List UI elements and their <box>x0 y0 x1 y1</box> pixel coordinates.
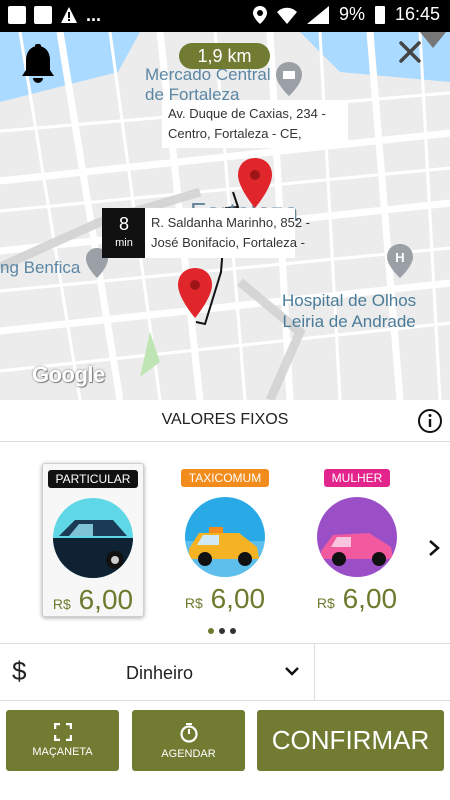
confirm-button[interactable]: CONFIRMAR <box>257 710 444 771</box>
overflow-indicator: ... <box>86 5 102 25</box>
wifi-icon <box>276 7 297 24</box>
clock: 16:45 <box>394 4 440 24</box>
eta-unit: min <box>115 237 133 249</box>
category-tag: TAXICOMUM <box>180 469 270 487</box>
chevron-down-icon[interactable] <box>284 665 300 677</box>
category-price: R$ 6,00 <box>307 583 407 615</box>
payment-selector[interactable]: $ Dinheiro <box>0 643 450 701</box>
category-card-mulher[interactable]: MULHER R$ 6,00 <box>307 463 407 615</box>
category-card-particular[interactable]: PARTICULAR R$ 6,00 <box>42 463 144 617</box>
divider <box>314 644 315 700</box>
currency-symbol: R$ <box>52 596 71 612</box>
car-icon <box>53 498 133 578</box>
stopwatch-icon <box>179 723 198 743</box>
handle-button-label: MAÇANETA <box>32 746 93 758</box>
status-bar: ... 9% 16:45 <box>0 0 450 32</box>
svg-text:H: H <box>395 250 404 265</box>
category-price: R$ 6,00 <box>43 584 143 616</box>
currency-symbol: R$ <box>184 595 203 611</box>
car-icon <box>317 497 397 577</box>
map-label-benfica: ng Benfica <box>0 258 81 277</box>
scan-frame-icon <box>53 722 72 742</box>
map-label-mercado: Mercado Central de Fortaleza <box>145 65 271 104</box>
price-value: 6,00 <box>78 584 134 615</box>
distance-badge: 1,9 km <box>179 43 270 69</box>
carousel-pager <box>208 628 236 634</box>
location-icon <box>252 5 267 24</box>
google-logo: Google <box>32 362 105 387</box>
map-label-hospital: Hospital de Olhos Leiria de Andrade <box>282 291 417 331</box>
dollar-icon: $ <box>12 656 27 686</box>
battery-icon <box>374 5 385 24</box>
schedule-button[interactable]: AGENDAR <box>132 710 245 771</box>
battery-percent: 9% <box>338 4 365 24</box>
handle-button[interactable]: MAÇANETA <box>6 710 119 771</box>
price-value: 6,00 <box>342 583 398 614</box>
shopping-poi-icon <box>276 62 302 96</box>
warning-icon <box>61 7 77 23</box>
price-value: 6,00 <box>210 583 266 614</box>
chevron-right-icon[interactable] <box>428 539 440 557</box>
taxi-icon <box>185 497 265 577</box>
category-tag: PARTICULAR <box>47 470 139 488</box>
ride-category-carousel[interactable]: PARTICULAR R$ 6,00 TAXICOMUM R$ 6,00 MUL… <box>0 441 450 641</box>
eta-badge: 8 min <box>102 208 146 258</box>
notification-icon <box>34 6 52 24</box>
schedule-button-label: AGENDAR <box>161 748 216 760</box>
section-header: VALORES FIXOS <box>0 400 450 442</box>
category-price: R$ 6,00 <box>175 583 275 615</box>
origin-address-bubble: R. Saldanha Marinho, 852 - José Bonifaci… <box>145 208 310 258</box>
notification-bell-icon[interactable] <box>20 44 56 84</box>
origin-pin-icon <box>178 268 212 318</box>
pager-dot <box>230 628 236 634</box>
pager-dot <box>219 628 225 634</box>
close-icon[interactable] <box>398 40 422 64</box>
currency-symbol: R$ <box>316 595 335 611</box>
destination-address-bubble: Av. Duque de Caxias, 234 - Centro, Forta… <box>162 100 348 148</box>
top-right-pin-icon <box>420 32 446 48</box>
notification-icon <box>8 6 26 24</box>
payment-method-value[interactable]: Dinheiro <box>126 663 193 684</box>
signal-icon <box>306 5 329 24</box>
info-icon[interactable] <box>417 408 443 434</box>
eta-value: 8 <box>118 214 129 234</box>
destination-pin-icon <box>238 158 272 208</box>
pager-dot <box>208 628 214 634</box>
hospital-poi-icon: H <box>387 244 413 278</box>
category-card-taxicomum[interactable]: TAXICOMUM R$ 6,00 <box>175 463 275 615</box>
category-tag: MULHER <box>323 469 391 487</box>
section-title: VALORES FIXOS <box>161 411 289 428</box>
